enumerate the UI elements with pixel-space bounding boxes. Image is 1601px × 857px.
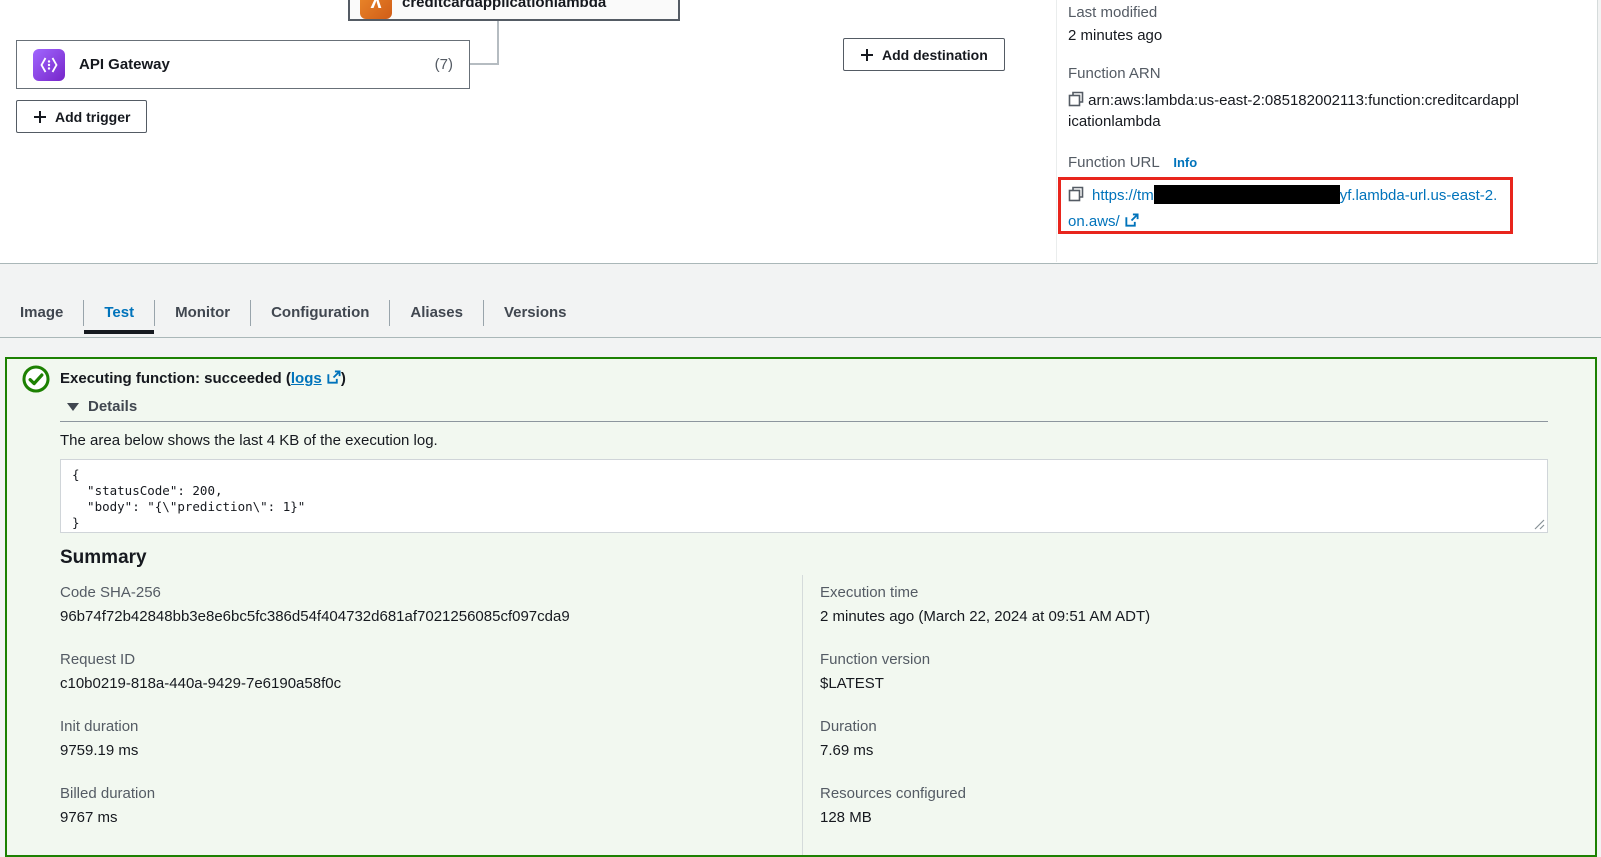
function-tabbar: Image Test Monitor Configuration Aliases…: [0, 288, 1601, 338]
log-note: The area below shows the last 4 KB of th…: [60, 432, 438, 449]
details-toggle[interactable]: Details: [67, 398, 137, 415]
plus-icon: [860, 48, 874, 62]
summary-field-function-version: Function version $LATEST: [820, 651, 1520, 693]
add-destination-label: Add destination: [882, 47, 988, 63]
tab-image[interactable]: Image: [0, 288, 83, 337]
success-check-icon: [22, 365, 50, 393]
info-link[interactable]: Info: [1173, 155, 1197, 170]
summary-right-column: Execution time 2 minutes ago (March 22, …: [820, 584, 1520, 852]
resize-grip-icon[interactable]: [1534, 519, 1545, 530]
details-divider: [60, 421, 1548, 422]
copy-icon[interactable]: [1068, 186, 1084, 202]
field-value: $LATEST: [820, 675, 1520, 693]
status-text: Executing function: succeeded (: [60, 370, 291, 387]
field-value: 128 MB: [820, 809, 1520, 827]
tab-image-label: Image: [20, 304, 63, 321]
copy-icon[interactable]: [1068, 91, 1084, 107]
execution-log-output[interactable]: { "statusCode": 200, "body": "{\"predict…: [60, 459, 1548, 533]
summary-left-column: Code SHA-256 96b74f72b42848bb3e8e6bc5fc3…: [60, 584, 760, 852]
field-value: 9767 ms: [60, 809, 760, 827]
function-url-highlight-box: https://tmyf.lambda-url.us-east-2.on.aws…: [1058, 177, 1513, 234]
summary-field-code-sha: Code SHA-256 96b74f72b42848bb3e8e6bc5fc3…: [60, 584, 760, 626]
external-link-icon: [1124, 213, 1139, 228]
field-label: Init duration: [60, 718, 760, 736]
summary-field-resources-configured: Resources configured 128 MB: [820, 785, 1520, 827]
triangle-down-icon: [67, 403, 79, 411]
field-value: 96b74f72b42848bb3e8e6bc5fc386d54f404732d…: [60, 608, 760, 626]
api-gateway-trigger-count: (7): [435, 56, 453, 73]
field-label: Billed duration: [60, 785, 760, 803]
api-gateway-node[interactable]: API Gateway (7): [16, 40, 470, 89]
tab-test[interactable]: Test: [84, 288, 154, 337]
add-trigger-label: Add trigger: [55, 109, 130, 125]
field-value: 9759.19 ms: [60, 742, 760, 760]
summary-title: Summary: [60, 547, 147, 569]
external-link-icon: [326, 370, 341, 385]
tab-aliases[interactable]: Aliases: [390, 288, 483, 337]
tab-versions-label: Versions: [504, 304, 567, 321]
node-connector-vertical: [497, 21, 499, 64]
tab-configuration-label: Configuration: [271, 304, 369, 321]
lambda-icon: λ: [360, 0, 392, 19]
add-destination-button[interactable]: Add destination: [843, 38, 1005, 71]
execution-log-text: { "statusCode": 200, "body": "{\"predict…: [61, 460, 1547, 538]
api-gateway-icon: [33, 49, 65, 81]
field-value: c10b0219-818a-440a-9429-7e6190a58f0c: [60, 675, 760, 693]
function-url-start: https://tm: [1092, 187, 1154, 204]
node-connector-horizontal: [470, 63, 499, 65]
summary-field-billed-duration: Billed duration 9767 ms: [60, 785, 760, 827]
execution-result-panel: Executing function: succeeded (logs ) De…: [5, 357, 1597, 857]
tab-configuration[interactable]: Configuration: [251, 288, 389, 337]
redaction-bar: [1154, 185, 1340, 204]
status-text-close: ): [341, 370, 346, 387]
lambda-node-title: creditcardapplicationlambda: [402, 0, 606, 11]
plus-icon: [33, 110, 47, 124]
summary-field-request-id: Request ID c10b0219-818a-440a-9429-7e619…: [60, 651, 760, 693]
field-label: Request ID: [60, 651, 760, 669]
function-overview-card: λ creditcardapplicationlambda API Gatewa…: [0, 0, 1598, 264]
field-value: 2 minutes ago (March 22, 2024 at 09:51 A…: [820, 608, 1520, 626]
details-label: Details: [88, 398, 137, 415]
field-value: 7.69 ms: [820, 742, 1520, 760]
last-modified-value: 2 minutes ago: [1068, 27, 1162, 44]
last-modified-label: Last modified: [1068, 4, 1157, 21]
execution-status-title: Executing function: succeeded (logs ): [60, 370, 346, 387]
tab-test-label: Test: [104, 304, 134, 321]
summary-field-init-duration: Init duration 9759.19 ms: [60, 718, 760, 760]
function-arn-label: Function ARN: [1068, 65, 1161, 82]
field-label: Execution time: [820, 584, 1520, 602]
function-url-label: Function URL: [1068, 154, 1159, 171]
tab-versions[interactable]: Versions: [484, 288, 587, 337]
summary-column-divider: [802, 575, 803, 855]
function-arn-row: arn:aws:lambda:us-east-2:085182002113:fu…: [1068, 90, 1520, 132]
function-url-link[interactable]: https://tmyf.lambda-url.us-east-2.on.aws…: [1068, 187, 1497, 230]
tab-aliases-label: Aliases: [410, 304, 463, 321]
field-label: Duration: [820, 718, 1520, 736]
field-label: Function version: [820, 651, 1520, 669]
field-label: Code SHA-256: [60, 584, 760, 602]
tab-monitor[interactable]: Monitor: [155, 288, 250, 337]
summary-field-duration: Duration 7.69 ms: [820, 718, 1520, 760]
field-label: Resources configured: [820, 785, 1520, 803]
tab-monitor-label: Monitor: [175, 304, 230, 321]
function-arn-value: arn:aws:lambda:us-east-2:085182002113:fu…: [1068, 92, 1519, 130]
api-gateway-node-title: API Gateway: [79, 56, 170, 73]
summary-field-execution-time: Execution time 2 minutes ago (March 22, …: [820, 584, 1520, 626]
lambda-function-node[interactable]: λ creditcardapplicationlambda: [348, 0, 680, 21]
overview-column-divider: [1056, 0, 1057, 262]
function-url-row: Function URL Info: [1068, 154, 1197, 171]
logs-link[interactable]: logs: [291, 370, 322, 387]
add-trigger-button[interactable]: Add trigger: [16, 100, 147, 133]
